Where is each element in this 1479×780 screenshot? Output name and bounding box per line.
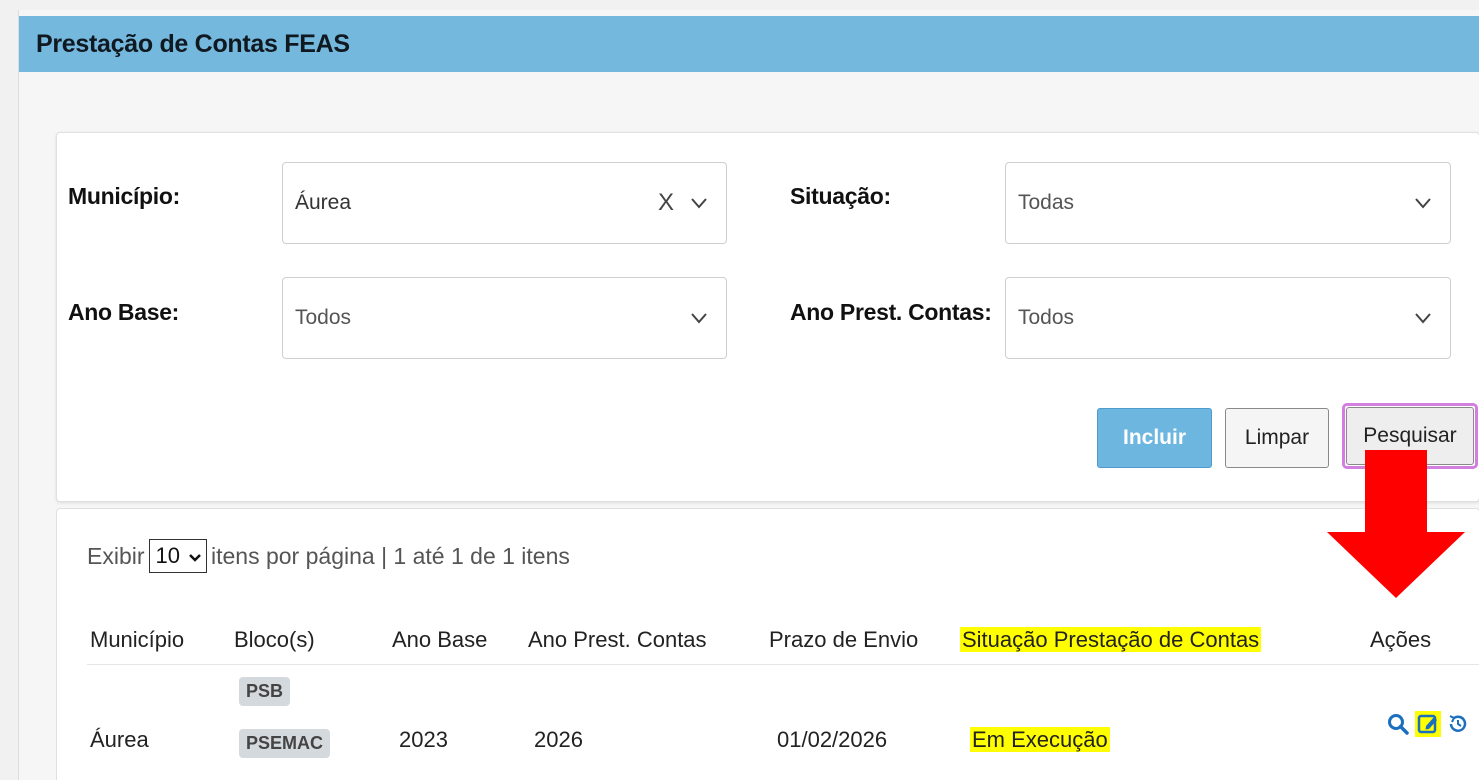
highlighted-text: Situação Prestação de Contas [960,627,1262,652]
situacao-select[interactable]: Todas [1005,162,1451,244]
cell-situacao: Em Execução [970,727,1110,753]
pagination-info: itens por página | 1 até 1 de 1 itens [211,542,570,569]
ano-base-label: Ano Base: [68,299,180,325]
situacao-select-value: Todas [1018,191,1075,214]
header-divider [87,664,1479,665]
page-size-select[interactable]: 10 [148,539,207,573]
column-header-prazo[interactable]: Prazo de Envio [769,627,918,653]
column-header-ano-base[interactable]: Ano Base [392,627,487,653]
situacao-label: Situação: [790,183,891,209]
column-header-situacao[interactable]: Situação Prestação de Contas [960,627,1262,653]
chevron-down-icon [188,543,202,569]
edit-icon[interactable] [1415,711,1441,737]
municipio-label: Município: [68,183,180,209]
ano-prest-select-value: Todos [1018,306,1075,329]
chevron-down-icon[interactable] [1412,307,1434,329]
municipio-select-value: Áurea [295,191,352,214]
cell-ano-prest: 2026 [534,727,583,752]
cell-prazo: 01/02/2026 [777,727,888,752]
cell-municipio: Áurea [90,727,149,752]
bloco-badge: PSEMAC [239,729,331,758]
ano-prest-label: Ano Prest. Contas: [790,299,992,325]
incluir-button[interactable]: Incluir [1097,408,1212,468]
row-actions [1385,707,1471,741]
filter-panel: Município: Áurea X Situação: Todas Ano B… [56,132,1479,502]
history-icon[interactable] [1445,711,1471,737]
search-icon[interactable] [1385,711,1411,737]
chevron-down-icon[interactable] [688,192,710,214]
municipio-select[interactable]: Áurea X [282,162,727,244]
chevron-down-icon[interactable] [1412,192,1434,214]
page-title: Prestação de Contas FEAS [19,16,1479,72]
ano-base-select[interactable]: Todos [282,277,727,359]
cell-ano-base: 2023 [399,727,448,752]
pagination-bar: Exibir 10 itens por página | 1 até 1 de … [87,539,570,573]
ano-base-select-value: Todos [295,306,352,329]
page-size-value: 10 [155,543,180,568]
clear-icon[interactable]: X [658,189,674,217]
ano-prest-select[interactable]: Todos [1005,277,1451,359]
status-text: Em Execução [970,727,1110,752]
page-container: Prestação de Contas FEAS Município: Áure… [18,10,1479,780]
column-header-ano-prest[interactable]: Ano Prest. Contas [528,627,707,653]
red-arrow-icon [1327,450,1465,598]
column-header-acoes: Ações [1370,627,1432,652]
limpar-button[interactable]: Limpar [1225,408,1329,468]
results-panel: Exibir 10 itens por página | 1 até 1 de … [56,508,1479,780]
column-header-blocos[interactable]: Bloco(s) [234,627,315,653]
chevron-down-icon[interactable] [688,307,710,329]
pagination-prefix: Exibir [87,542,145,569]
bloco-badge: PSB [239,677,291,706]
column-header-municipio[interactable]: Município [90,627,184,653]
